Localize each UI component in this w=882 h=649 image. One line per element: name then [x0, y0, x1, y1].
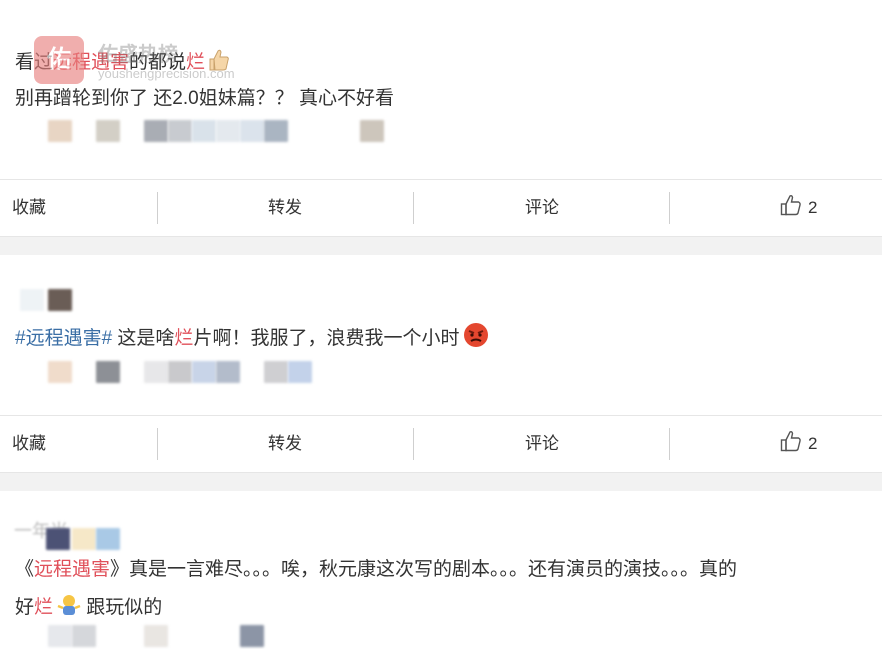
comment-button[interactable]: 评论	[525, 180, 559, 236]
movie-title-text: 远程遇害	[53, 52, 130, 73]
text: 《	[15, 559, 35, 580]
divider	[157, 192, 158, 224]
post-divider	[0, 473, 882, 491]
post-2: #远程遇害# 这是啥烂片啊！我服了，浪费我一个小时 收藏 转发 评论 2	[0, 255, 882, 474]
post-1: 看过远程遇害的都说烂 别再蹭轮到你了 还2.0姐妹篇？？ 真心不好看 收藏 转发…	[0, 0, 882, 237]
thumbs-up-icon	[780, 419, 802, 475]
divider	[413, 192, 414, 224]
text: 这是啥	[112, 328, 175, 349]
favorite-button[interactable]: 收藏	[12, 416, 46, 472]
text: 的都说	[129, 52, 187, 73]
highlight-word: 烂	[186, 52, 206, 73]
text: 好	[15, 597, 35, 618]
like-count: 2	[808, 434, 818, 453]
post-3-line-2: 好烂 跟玩似的	[15, 593, 162, 625]
post-1-line-2: 别再蹭轮到你了 还2.0姐妹篇？？ 真心不好看	[15, 88, 394, 109]
text: 》真是一言难尽。。。唉，秋元康这次写的剧本。。。还有演员的演技。。。真的	[110, 559, 738, 580]
thumbs-up-emoji-icon	[209, 48, 231, 80]
text: 看过	[15, 52, 54, 73]
repost-button[interactable]: 转发	[268, 180, 302, 236]
divider	[413, 428, 414, 460]
post-2-line-1: #远程遇害# 这是啥烂片啊！我服了，浪费我一个小时	[15, 322, 489, 356]
movie-title-text: 远程遇害	[34, 559, 111, 580]
post-divider	[0, 237, 882, 255]
like-count: 2	[808, 198, 818, 217]
comment-button[interactable]: 评论	[525, 416, 559, 472]
post-1-line-1: 看过远程遇害的都说烂	[15, 48, 231, 80]
divider	[669, 192, 670, 224]
like-button[interactable]: 2	[780, 416, 817, 472]
highlight-word: 烂	[34, 597, 54, 618]
divider	[157, 428, 158, 460]
highlight-word: 烂	[174, 328, 194, 349]
post-3-line-1: 《远程遇害》真是一言难尽。。。唉，秋元康这次写的剧本。。。还有演员的演技。。。真…	[15, 557, 737, 583]
action-bar: 收藏 转发 评论 2	[0, 415, 882, 473]
thumbs-up-icon	[780, 183, 802, 239]
text: 跟玩似的	[81, 597, 163, 618]
like-button[interactable]: 2	[780, 180, 817, 236]
text: 片啊！我服了，浪费我一个小时	[193, 328, 460, 349]
shrug-emoji-icon	[57, 593, 81, 625]
post-3: 一年当 《远程遇害》真是一言难尽。。。唉，秋元康这次写的剧本。。。还有演员的演技…	[0, 491, 882, 647]
repost-button[interactable]: 转发	[268, 416, 302, 472]
angry-face-emoji-icon	[463, 322, 489, 356]
action-bar: 收藏 转发 评论 2	[0, 179, 882, 237]
hashtag-link[interactable]: #远程遇害#	[15, 328, 112, 349]
favorite-button[interactable]: 收藏	[12, 180, 46, 236]
divider	[669, 428, 670, 460]
